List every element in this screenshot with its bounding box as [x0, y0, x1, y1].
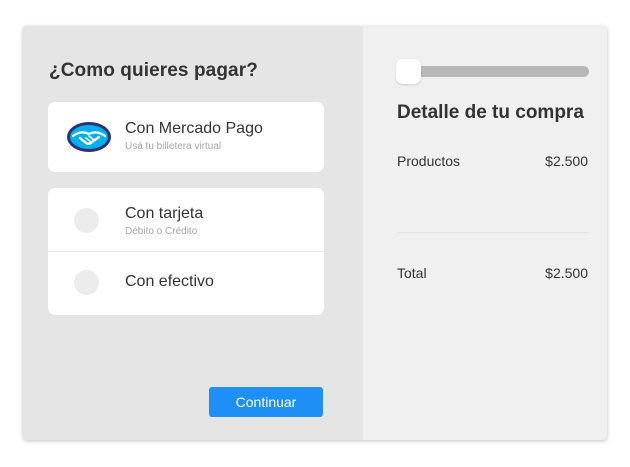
- option-label: Con Mercado Pago: [125, 120, 263, 137]
- option-mercado-pago[interactable]: Con Mercado Pago Usá tu billetera virtua…: [48, 102, 324, 172]
- total-value: $2.500: [545, 265, 588, 281]
- summary-title: Detalle de tu compra: [397, 102, 584, 123]
- products-value: $2.500: [545, 153, 588, 169]
- slider-handle[interactable]: [396, 59, 421, 84]
- other-payment-options: Con tarjeta Débito o Crédito Con efectiv…: [48, 188, 324, 315]
- radio-button[interactable]: [74, 270, 99, 295]
- option-label: Con tarjeta: [125, 205, 204, 222]
- payment-panel: ¿Como quieres pagar? Con Mercado Pago Us…: [23, 26, 363, 440]
- option-label: Con efectivo: [125, 273, 214, 290]
- option-sublabel: Usá tu billetera virtual: [125, 141, 222, 152]
- slider-track[interactable]: [401, 66, 589, 77]
- mercado-pago-handshake-icon: [67, 122, 111, 152]
- divider: [397, 232, 588, 233]
- total-label: Total: [397, 265, 427, 281]
- radio-button[interactable]: [74, 208, 99, 233]
- continue-button[interactable]: Continuar: [209, 387, 323, 417]
- page-title: ¿Como quieres pagar?: [49, 60, 258, 81]
- option-sublabel: Débito o Crédito: [125, 226, 198, 237]
- option-tarjeta[interactable]: Con tarjeta Débito o Crédito: [48, 188, 324, 251]
- option-efectivo[interactable]: Con efectivo: [48, 251, 324, 315]
- products-label: Productos: [397, 153, 461, 169]
- checkout-window: ¿Como quieres pagar? Con Mercado Pago Us…: [23, 26, 607, 440]
- purchase-summary-panel: Detalle de tu compra Productos $2.500 To…: [363, 26, 607, 440]
